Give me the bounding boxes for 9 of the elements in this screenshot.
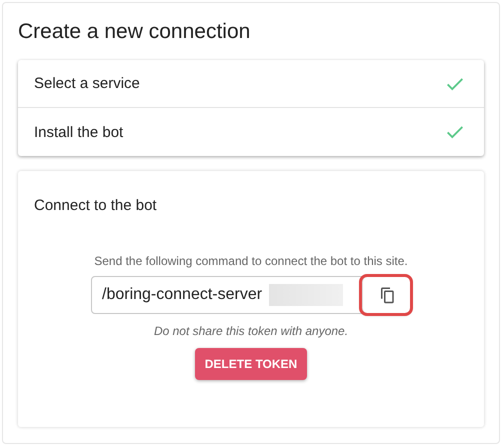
copy-button[interactable] — [362, 277, 410, 313]
delete-token-button[interactable]: DELETE TOKEN — [194, 348, 308, 380]
instruction-text: Send the following command to connect the bot to this site. — [94, 254, 408, 268]
command-field[interactable]: /boring-connect-server — [91, 276, 411, 314]
step-label: Install the bot — [34, 124, 124, 140]
warning-note: Do not share this token with anyone. — [154, 324, 348, 338]
step-label: Select a service — [34, 75, 140, 92]
section-title: Connect to the bot — [34, 197, 158, 214]
page-title: Create a new connection — [18, 20, 252, 44]
